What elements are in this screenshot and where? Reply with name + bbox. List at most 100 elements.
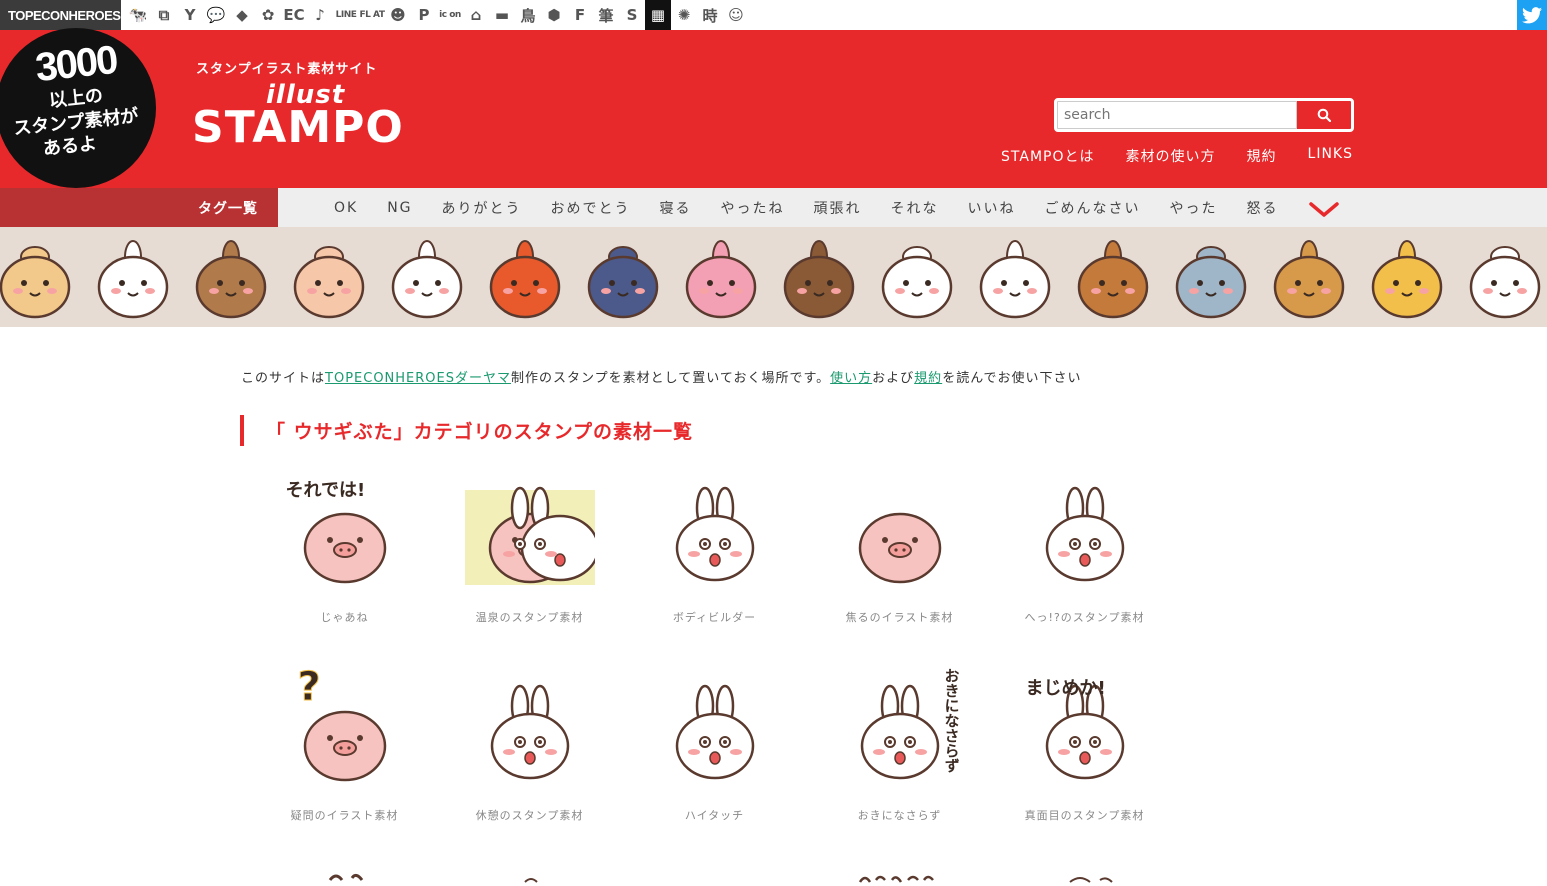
nav-terms[interactable]: 規約 [1247,146,1277,166]
burst-icon[interactable]: ✺ [671,0,697,30]
sticker-image[interactable]: まじめか! [1020,668,1150,793]
sticker-image[interactable] [1020,470,1150,595]
search-input[interactable] [1057,101,1297,129]
car-icon[interactable]: ▬ [489,0,515,30]
f-icon[interactable]: F [567,0,593,30]
sticker-caption[interactable]: へっ!?のスタンプ素材 [1025,609,1145,625]
sticker-card[interactable]: 休憩のスタンプ素材 [437,668,622,866]
site-logo[interactable]: STAMPO [192,102,404,153]
icon-on-icon[interactable]: ic on [437,0,463,30]
tag-item[interactable]: ごめんなさい [1045,198,1141,218]
banner-character-pink-rabbit[interactable] [676,233,766,323]
flower-icon[interactable]: ✿ [255,0,281,30]
terms-link[interactable]: 規約 [914,371,942,386]
sticker-image[interactable] [465,668,595,793]
brush-icon[interactable]: 筆 [593,0,619,30]
sticker-card[interactable]: ハイタッチ [622,668,807,866]
flat-icon[interactable]: FL AT [359,0,385,30]
banner-character-lion[interactable] [1362,233,1452,323]
tag-item[interactable]: 寝る [660,198,692,218]
banner-character-koala[interactable] [1166,233,1256,323]
banner-character-penguin[interactable] [578,233,668,323]
line-icon[interactable]: LINE [333,0,359,30]
tag-item[interactable]: 怒る [1247,198,1279,218]
building-icon[interactable]: ⌂ [463,0,489,30]
sticker-caption[interactable]: 休憩のスタンプ素材 [476,807,584,823]
sticker-image[interactable] [464,470,595,595]
search-button[interactable] [1297,101,1351,129]
partial-sticker[interactable] [807,866,992,886]
sticker-card[interactable]: おきになさらず おきになさらず [807,668,992,866]
chat-icon[interactable]: 💬 [203,0,229,30]
partial-sticker[interactable] [252,866,437,886]
banner-character-sumo[interactable] [284,233,374,323]
banner-character-squirrel[interactable] [1068,233,1158,323]
tag-item[interactable]: いいね [968,198,1016,218]
chevron-down-icon[interactable] [1307,198,1341,220]
bird-icon[interactable]: ◆ [229,0,255,30]
banner-character-panda[interactable] [88,233,178,323]
sticker-caption[interactable]: ハイタッチ [685,807,744,823]
sticker-caption[interactable]: 焦るのイラスト素材 [846,609,954,625]
grid-icon[interactable]: ▦ [645,0,671,30]
howto-link[interactable]: 使い方 [830,371,872,386]
tag-item[interactable]: NG [387,200,412,216]
sticker-card[interactable]: 焦るのイラスト素材 [807,470,992,668]
face-icon[interactable]: ☺ [723,0,749,30]
sticker-image[interactable] [650,668,780,793]
sticker-image[interactable] [835,470,965,595]
sticker-caption[interactable]: ボディビルダー [673,609,756,625]
sticker-image[interactable] [650,470,780,595]
sticker-caption[interactable]: 疑問のイラスト素材 [291,807,399,823]
tag-item[interactable]: OK [334,200,358,216]
banner-character-rabbit-pig[interactable] [382,233,472,323]
sticker-card[interactable]: ? 疑問のイラスト素材 [252,664,437,866]
sticker-caption[interactable]: 真面目のスタンプ素材 [1025,807,1145,823]
parking-icon[interactable]: P [411,0,437,30]
partial-sticker[interactable] [992,866,1177,886]
pattern-icon[interactable]: ⬢ [541,0,567,30]
banner-character-cow[interactable] [970,233,1060,323]
tag-item[interactable]: やったね [721,198,785,218]
sticker-card[interactable]: 温泉のスタンプ素材 [437,470,622,668]
banner-character-radish[interactable] [872,233,962,323]
author-link[interactable]: TOPECONHEROESダーヤマ [325,371,511,386]
sticker-caption[interactable]: じゃあね [321,609,369,625]
clock-kanji-icon[interactable]: 時 [697,0,723,30]
tag-item[interactable]: ありがとう [442,198,522,218]
banner-character-hamster[interactable] [0,233,80,323]
person-icon[interactable]: Y [177,0,203,30]
partial-sticker[interactable] [437,866,622,886]
s-icon[interactable]: S [619,0,645,30]
sticker-card[interactable]: まじめか! 真面目のスタンプ素材 [992,668,1177,866]
tag-item[interactable]: おめでとう [551,198,631,218]
banner-character-cat[interactable] [1460,233,1547,323]
banner-character-dog[interactable] [1264,233,1354,323]
sticker-caption[interactable]: おきになさらず [858,807,942,823]
banner-character-boar[interactable] [774,233,864,323]
banner-character-bears[interactable] [186,233,276,323]
copy-icon[interactable]: ⧉ [151,0,177,30]
nav-links[interactable]: LINKS [1308,146,1353,166]
sticker-card[interactable]: それでは! じゃあね [252,470,437,668]
sticker-card[interactable]: へっ!?のスタンプ素材 [992,470,1177,668]
sticker-caption[interactable]: 温泉のスタンプ素材 [476,609,584,625]
banner-character-octopus[interactable] [480,233,570,323]
sticker-card[interactable]: ボディビルダー [622,470,807,668]
tag-item[interactable]: 頑張れ [814,198,862,218]
sticker-image[interactable]: それでは! [280,470,410,595]
smile-icon[interactable]: ☻ [385,0,411,30]
animal-icon[interactable]: 🐄 [125,0,151,30]
twitter-icon[interactable] [1517,0,1547,30]
sticker-image[interactable]: おきになさらず [835,668,965,793]
nav-howto[interactable]: 素材の使い方 [1126,146,1216,166]
nav-about[interactable]: STAMPOとは [1001,146,1094,166]
tori-icon[interactable]: 鳥 [515,0,541,30]
tag-item[interactable]: それな [891,198,939,218]
music-icon[interactable]: ♪ [307,0,333,30]
network-brand-link[interactable]: TOPECONHEROES [0,0,121,30]
partial-sticker[interactable] [622,866,807,886]
sticker-image[interactable]: ? [280,664,410,793]
ec-icon[interactable]: EC [281,0,307,30]
tag-item[interactable]: やった [1170,198,1218,218]
